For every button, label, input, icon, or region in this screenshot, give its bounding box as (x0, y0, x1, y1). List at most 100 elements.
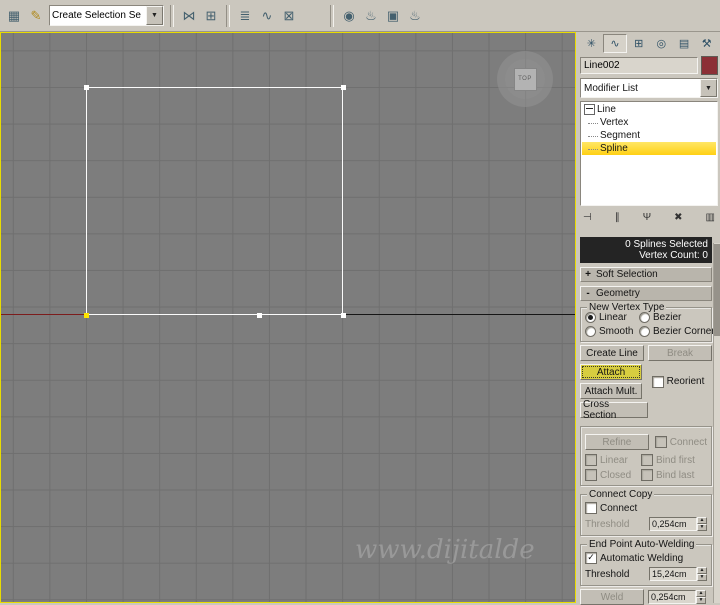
show-end-result-icon[interactable]: ∥ (615, 212, 620, 223)
radio-linear[interactable]: Linear (585, 312, 639, 323)
align-icon[interactable]: ⊞ (200, 5, 222, 27)
connect-copy-threshold-spinner[interactable]: 0,254cm ▲ ▼ (649, 517, 707, 531)
modifier-list-label: Modifier List (584, 82, 638, 94)
reorient-checkbox[interactable]: Reorient (651, 375, 704, 388)
chevron-down-icon[interactable]: ▼ (146, 6, 163, 25)
modifier-stack-tools: ⊣ ∥ Ψ ✖ ▥ (580, 208, 718, 227)
spinner-up-icon[interactable]: ▲ (697, 517, 707, 524)
curve-editor-icon[interactable]: ∿ (256, 5, 278, 27)
connect-checkbox[interactable]: Connect (654, 436, 707, 448)
connect-copy-checkbox[interactable]: Connect (585, 502, 707, 514)
spinner-value[interactable]: 15,24cm (649, 567, 697, 581)
named-selection-sets-combo[interactable]: ▼ (49, 5, 164, 26)
spinner-value[interactable]: 0,254cm (649, 517, 697, 531)
end-point-auto-welding-group: End Point Auto-Welding ✓ Automatic Weldi… (580, 539, 712, 586)
attach-mult-button[interactable]: Attach Mult. (580, 383, 642, 399)
chevron-down-icon[interactable]: ▼ (700, 79, 717, 97)
rendered-frame-icon[interactable]: ▣ (382, 5, 404, 27)
tab-motion-icon[interactable]: ◎ (650, 35, 673, 52)
stack-item-label: Vertex (600, 117, 629, 128)
mirror-icon[interactable]: ⋈ (178, 5, 200, 27)
configure-modifier-sets-icon[interactable]: ▥ (706, 212, 715, 223)
modifier-stack[interactable]: Line Vertex Segment Spline (580, 101, 718, 206)
rollout-soft-selection[interactable]: + Soft Selection (580, 267, 712, 282)
stack-item-label: Spline (600, 143, 628, 154)
object-name-field[interactable] (580, 57, 698, 74)
spinner-up-icon[interactable]: ▲ (697, 567, 707, 574)
tab-display-icon[interactable]: ▤ (673, 35, 696, 52)
closed-checkbox[interactable]: Closed (585, 469, 641, 481)
select-region-icon[interactable]: ▦ (3, 5, 25, 27)
stack-item-segment[interactable]: Segment (582, 129, 716, 142)
spinner-up-icon[interactable]: ▲ (696, 590, 706, 597)
vertex-marker[interactable] (341, 313, 346, 318)
stack-item-label: Segment (600, 130, 641, 141)
radio-smooth[interactable]: Smooth (585, 326, 639, 337)
modifier-list-dropdown[interactable]: Modifier List ▼ (580, 78, 718, 98)
rollout-geometry[interactable]: - Geometry (580, 286, 712, 301)
viewcube-top-face[interactable]: TOP (513, 67, 537, 91)
schematic-view-icon[interactable]: ⊠ (278, 5, 300, 27)
collapse-icon[interactable] (584, 104, 595, 115)
radio-dot (639, 312, 650, 323)
stack-item-line[interactable]: Line (582, 103, 716, 116)
weld-threshold-spinner[interactable]: 0,254cm ▲ ▼ (648, 590, 706, 604)
render-setup-icon[interactable]: ♨ (360, 5, 382, 27)
tab-create-icon[interactable]: ✳ (580, 35, 603, 52)
vertex-marker[interactable] (84, 85, 89, 90)
pin-stack-icon[interactable]: ⊣ (583, 212, 592, 223)
vertex-marker[interactable] (257, 313, 262, 318)
vertex-count-text: Vertex Count: 0 (639, 250, 708, 261)
checkbox-label: Bind last (656, 469, 695, 481)
main-toolbar: ▦ ✎ ▼ ⋈ ⊞ ≣ ∿ ⊠ ◉ ♨ ▣ ♨ (0, 0, 720, 32)
scrollbar-thumb[interactable] (714, 244, 720, 336)
edit-named-selections-icon[interactable]: ✎ (25, 5, 47, 27)
spinner-value[interactable]: 0,254cm (648, 590, 696, 604)
radio-label: Bezier (653, 312, 682, 323)
radio-bezier-corner[interactable]: Bezier Corner (639, 326, 715, 337)
material-editor-icon[interactable]: ◉ (338, 5, 360, 27)
panel-scrollbar[interactable] (713, 243, 720, 603)
remove-modifier-icon[interactable]: ✖ (674, 212, 682, 223)
spinner-down-icon[interactable]: ▼ (697, 524, 707, 531)
rollout-title: Geometry (596, 288, 640, 299)
make-unique-icon[interactable]: Ψ (643, 212, 651, 223)
stack-item-spline[interactable]: Spline (582, 142, 716, 155)
cross-section-button[interactable]: Cross Section (580, 399, 648, 421)
tree-line (588, 148, 598, 150)
viewcube[interactable]: TOP (497, 51, 553, 107)
named-selection-sets-input[interactable] (50, 6, 146, 25)
spinner-down-icon[interactable]: ▼ (697, 574, 707, 581)
automatic-welding-checkbox[interactable]: ✓ Automatic Welding (585, 552, 707, 564)
break-button[interactable]: Break (648, 345, 712, 361)
radio-dot (585, 326, 596, 337)
bind-first-checkbox[interactable]: Bind first (641, 454, 707, 466)
object-color-swatch[interactable] (701, 56, 718, 75)
linear-checkbox[interactable]: Linear (585, 454, 641, 466)
stack-item-label: Line (597, 104, 616, 115)
checkbox-box (585, 502, 597, 514)
vertex-marker[interactable] (341, 85, 346, 90)
radio-label: Linear (599, 312, 627, 323)
top-viewport[interactable]: TOP www.dijitalde (0, 32, 576, 603)
threshold-label: Threshold (585, 518, 630, 530)
stack-item-vertex[interactable]: Vertex (582, 116, 716, 129)
first-vertex-marker[interactable] (84, 313, 89, 318)
refine-button[interactable]: Refine (585, 434, 649, 450)
radio-bezier[interactable]: Bezier (639, 312, 715, 323)
bind-last-checkbox[interactable]: Bind last (641, 469, 707, 481)
tree-line (588, 122, 598, 124)
render-icon[interactable]: ♨ (404, 5, 426, 27)
auto-weld-threshold-spinner[interactable]: 15,24cm ▲ ▼ (649, 567, 707, 581)
create-line-button[interactable]: Create Line (580, 345, 644, 361)
plus-icon: + (585, 269, 591, 280)
checkbox-label: Automatic Welding (600, 552, 684, 564)
tab-modify-icon[interactable]: ∿ (602, 34, 628, 53)
tab-hierarchy-icon[interactable]: ⊞ (627, 35, 650, 52)
watermark-text: www.dijitalde (355, 535, 535, 565)
checkbox-label: Closed (600, 469, 632, 481)
tab-utilities-icon[interactable]: ⚒ (695, 35, 718, 52)
attach-button[interactable]: Attach (580, 364, 642, 380)
layer-manager-icon[interactable]: ≣ (234, 5, 256, 27)
tree-line (588, 135, 598, 137)
